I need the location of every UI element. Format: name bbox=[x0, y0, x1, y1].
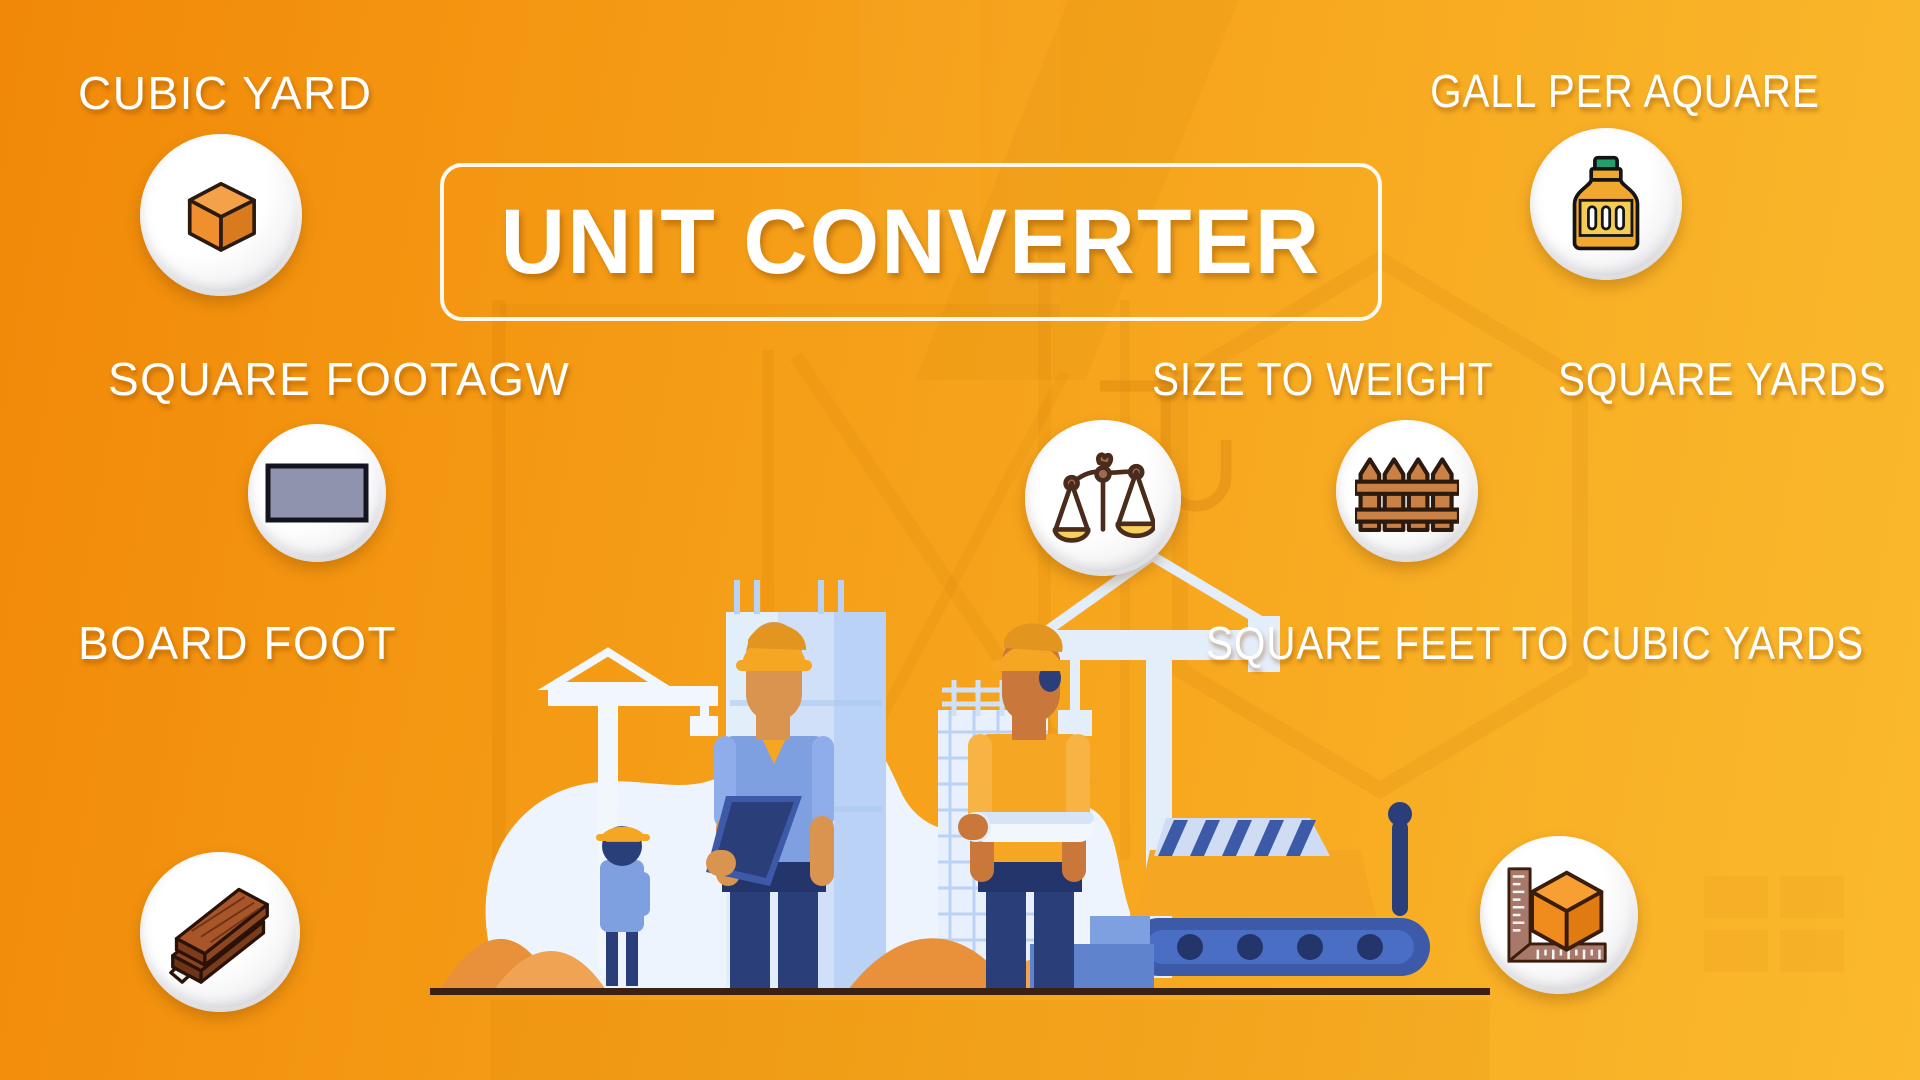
orange-cube-icon bbox=[187, 181, 256, 252]
watermark-right-block-4 bbox=[1780, 930, 1844, 972]
label-square-yards: SQUARE YARDS bbox=[1558, 353, 1887, 405]
badge-gall-per-aquare[interactable] bbox=[1530, 128, 1682, 280]
title-plate: UNIT CONVERTER bbox=[440, 163, 1382, 321]
picket-fence-icon bbox=[1355, 457, 1459, 532]
badge-square-feet-to-cubic-yards[interactable] bbox=[1480, 836, 1638, 994]
label-cubic-yard: CUBIC YARD bbox=[78, 67, 373, 119]
badge-size-to-weight[interactable] bbox=[1025, 420, 1181, 576]
construction-site-illustration bbox=[430, 550, 1490, 995]
watermark-right-block-2 bbox=[1780, 876, 1844, 918]
badge-square-yards[interactable] bbox=[1336, 420, 1478, 562]
badge-cubic-yard[interactable] bbox=[140, 134, 302, 296]
balance-scale-icon bbox=[1052, 452, 1155, 543]
gray-rectangle-icon bbox=[265, 463, 369, 523]
jug-bottle-icon bbox=[1572, 155, 1640, 251]
label-size-to-weight: SIZE TO WEIGHT bbox=[1152, 353, 1494, 405]
poster-canvas: CUBIC YARD GALL PER AQUARE SQUARE FOOTAG… bbox=[0, 0, 1920, 1080]
cube-with-ruler-icon bbox=[1507, 867, 1607, 963]
watermark-right-block-1 bbox=[1704, 876, 1768, 918]
label-square-feet-to-cubic-yards: SQUARE FEET TO CUBIC YARDS bbox=[1206, 617, 1864, 669]
watermark-right-block-3 bbox=[1704, 930, 1768, 972]
badge-square-footagw[interactable] bbox=[248, 424, 386, 562]
label-gall-per-aquare: GALL PER AQUARE bbox=[1430, 65, 1820, 117]
badge-board-foot[interactable] bbox=[140, 852, 300, 1012]
label-square-footagw: SQUARE FOOTAGW bbox=[108, 353, 571, 405]
page-title: UNIT CONVERTER bbox=[500, 190, 1322, 293]
lumber-planks-icon bbox=[169, 887, 269, 984]
label-board-foot: BOARD FOOT bbox=[78, 617, 398, 669]
